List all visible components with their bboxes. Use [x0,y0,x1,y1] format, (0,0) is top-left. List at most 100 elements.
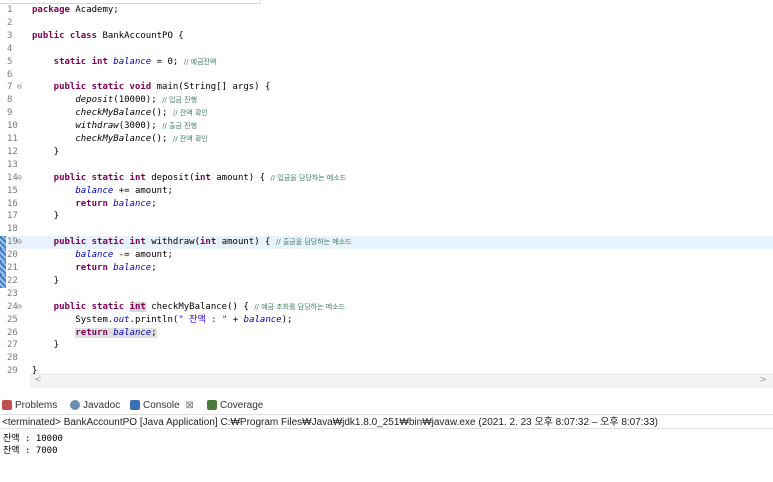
line-number: 15 [7,185,18,196]
line-number: 16 [7,198,18,209]
code-token: " 잔액 : " [178,314,228,325]
line-number: 18 [7,224,18,235]
line-number: 23 [7,288,18,299]
code-token: balance [75,185,114,196]
code-text[interactable]: static int balance = 0; // 예금잔액 [32,56,217,69]
tab-problems[interactable]: Problems [2,398,57,414]
code-line: 29} [0,365,773,374]
code-text[interactable]: return balance; [32,262,157,275]
code-text[interactable]: deposit(10000); // 입금 진행 [32,94,197,107]
code-token: return [32,198,114,209]
line-gutter: 13 [0,159,30,172]
line-gutter: 20 [0,249,30,262]
line-gutter: 28 [0,352,30,365]
code-token: ); [281,314,293,325]
code-token: public static int [32,237,152,248]
line-number: 25 [7,314,18,325]
code-text[interactable]: System.out.println(" 잔액 : " + balance); [32,314,292,327]
line-gutter: 26 [0,327,30,340]
code-text[interactable]: public class BankAccountPO { [32,30,184,43]
line-gutter: 11 [0,133,30,146]
tab-javadoc[interactable]: Javadoc [70,398,120,414]
fold-icon[interactable]: ⊖ [17,172,22,185]
code-line: 23 [0,288,773,301]
code-line: 13 [0,159,773,172]
code-text[interactable]: } [32,146,59,159]
code-editor[interactable]: 1 package Academy; 2 3 public class BankAcco… [0,0,773,374]
line-gutter: 9 [0,107,30,120]
code-token: balance [243,314,282,325]
javadoc-icon [70,400,80,411]
line-number: 5 [7,56,13,67]
line-number: 4 [7,43,13,54]
code-token: .println( [129,314,179,325]
code-text[interactable]: withdraw(3000); // 출금 진행 [32,120,197,133]
code-line: 25 System.out.println(" 잔액 : " + balance… [0,314,773,327]
code-token: } [32,366,38,374]
code-line: 9 checkMyBalance(); // 잔액 확인 [0,107,773,120]
code-text[interactable]: } [32,275,59,288]
code-text[interactable]: balance += amount; [32,185,173,198]
line-number: 8 [7,95,13,106]
code-text[interactable]: public static int withdraw(int amount) {… [32,236,352,249]
line-gutter: 19 ⊖ [0,236,30,249]
line-gutter: 4 [0,43,30,56]
code-line: 19 ⊖ public static int withdraw(int amoun… [0,236,773,250]
code-text[interactable]: balance -= amount; [32,249,173,262]
line-gutter: 6 [0,69,30,82]
console-output[interactable]: 잔액 : 10000 잔액 : 7000 [0,430,773,482]
line-gutter: 18 [0,223,30,236]
code-token: // 잔액 확인 [172,135,208,143]
code-line: 6 [0,69,773,82]
tab-coverage[interactable]: Coverage [207,398,263,414]
console-line: 잔액 : 7000 [3,446,58,456]
console-status: <terminated> BankAccountPO [Java Applica… [0,414,773,429]
fold-icon[interactable]: ⊖ [17,236,22,249]
code-text[interactable]: public static void main(String[] args) { [32,81,271,94]
code-token: += amount; [113,185,173,196]
line-gutter: 12 [0,146,30,159]
code-text[interactable]: } [32,210,59,223]
code-token: Academy; [75,5,119,15]
code-text[interactable]: return balance; [32,198,156,211]
scroll-right-icon[interactable]: > [759,375,767,385]
code-text[interactable]: public static int deposit(int amount) { … [32,172,347,185]
code-text[interactable]: } [32,339,59,352]
code-token: amount) { [216,172,271,183]
horizontal-scrollbar[interactable]: < > [30,374,773,388]
code-line: 2 [0,17,773,30]
code-text[interactable]: public static int checkMyBalance() { // … [32,301,345,314]
line-gutter: 3 [0,30,30,43]
code-token: deposit( [151,172,195,183]
line-gutter: 8 [0,94,30,107]
code-text[interactable]: checkMyBalance(); // 잔액 확인 [32,107,208,120]
code-text[interactable]: checkMyBalance(); // 잔액 확인 [32,133,208,146]
code-line: 10 withdraw(3000); // 출금 진행 [0,120,773,133]
code-text[interactable]: } [32,365,37,374]
line-number: 7 [7,82,13,93]
close-icon[interactable]: ⊠ [185,400,193,411]
code-line: 12 } [0,146,773,159]
line-number: 9 [7,108,13,119]
code-token: (10000); [113,95,163,106]
code-text[interactable]: return balance; [32,327,157,340]
code-line: 15 balance += amount; [0,185,773,198]
code-token: balance [113,327,152,338]
scroll-left-icon[interactable]: < [34,375,42,385]
code-token: // 잔액 확인 [172,109,208,118]
code-token: withdraw( [151,237,200,248]
fold-icon[interactable]: ⊖ [17,301,22,314]
code-text[interactable]: package Academy; [32,4,119,17]
line-number: 11 [7,134,18,144]
line-gutter: 14 ⊖ [0,172,30,185]
tab-console[interactable]: Console ⊠ [130,398,194,414]
code-token: int [194,172,217,183]
fold-icon[interactable]: ⊖ [17,81,22,94]
code-token: System. [32,314,114,325]
code-token: ; [151,263,157,273]
